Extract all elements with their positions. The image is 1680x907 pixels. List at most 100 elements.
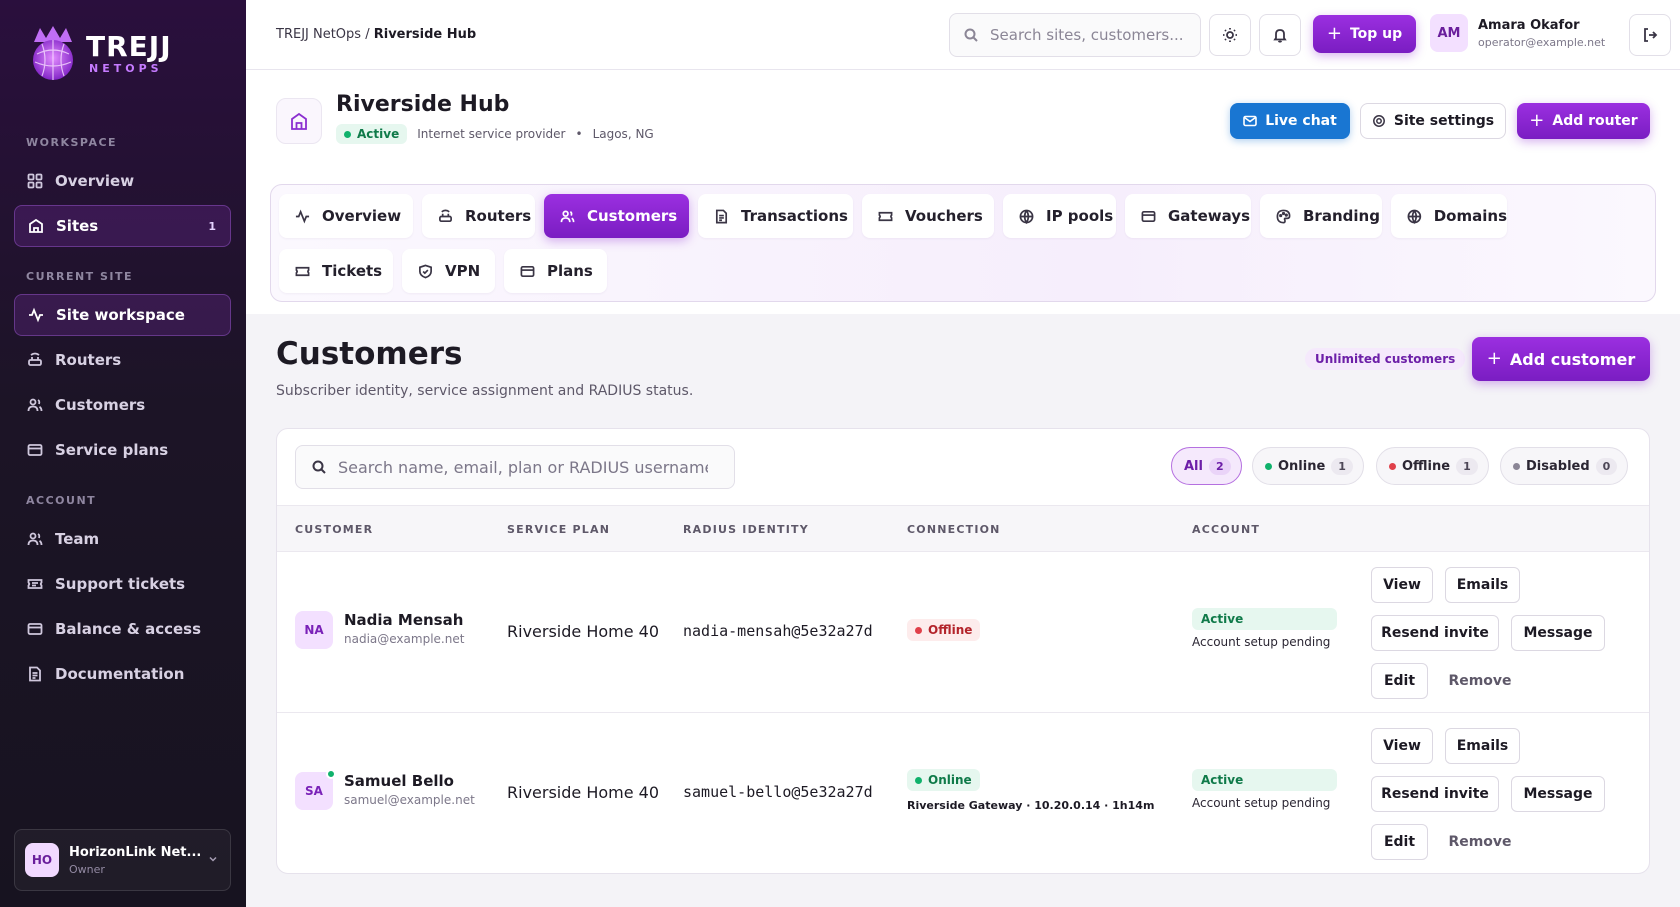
tab-overview[interactable]: Overview <box>279 194 413 238</box>
tab-domains[interactable]: Domains <box>1391 194 1507 238</box>
avatar: SA <box>295 769 336 810</box>
account-status-badge: Active <box>1192 608 1337 630</box>
sun-icon <box>1223 28 1237 42</box>
filter-label: Online <box>1278 458 1326 474</box>
status-dot <box>1389 462 1396 470</box>
gear-icon <box>1372 115 1385 127</box>
filter-online[interactable]: Online 1 <box>1252 447 1364 485</box>
sidebar-item-documentation[interactable]: Documentation <box>14 653 231 695</box>
connection-label: Offline <box>928 623 973 637</box>
account-status-badge: Active <box>1192 769 1337 791</box>
tab-ip-pools[interactable]: IP pools <box>1003 194 1116 238</box>
theme-toggle-button[interactable] <box>1209 14 1251 56</box>
tab-tickets[interactable]: Tickets <box>279 249 393 293</box>
site-type: Internet service provider <box>417 127 566 141</box>
tab-gateways[interactable]: Gateways <box>1125 194 1251 238</box>
tab-vpn[interactable]: VPN <box>402 249 495 293</box>
live-chat-button[interactable]: Live chat <box>1230 103 1350 139</box>
customer-name[interactable]: Nadia Mensah <box>344 611 463 629</box>
sidebar-item-support-tickets[interactable]: Support tickets <box>14 563 231 605</box>
resend-invite-button[interactable]: Resend invite <box>1371 776 1499 812</box>
organization-switcher[interactable]: HO HorizonLink Net... Owner <box>14 829 231 891</box>
sidebar-item-label: Documentation <box>55 665 185 683</box>
tab-label: Transactions <box>741 207 848 225</box>
customer-name[interactable]: Samuel Bello <box>344 772 454 790</box>
user-email: operator@example.net <box>1478 35 1606 49</box>
message-button[interactable]: Message <box>1511 615 1605 651</box>
sidebar-item-team[interactable]: Team <box>14 518 231 560</box>
remove-button[interactable]: Remove <box>1440 824 1520 860</box>
plus-icon: + <box>1529 110 1545 131</box>
global-search-input[interactable]: Search sites, customers... <box>949 13 1201 57</box>
remove-button[interactable]: Remove <box>1440 663 1520 699</box>
filter-disabled[interactable]: Disabled 0 <box>1500 447 1629 485</box>
activity-icon <box>295 209 310 223</box>
sidebar-item-service-plans[interactable]: Service plans <box>14 429 231 471</box>
brand-logo[interactable]: TREJJ NETOPS <box>28 24 172 82</box>
emails-button[interactable]: Emails <box>1445 728 1520 764</box>
filter-all[interactable]: All 2 <box>1171 447 1242 485</box>
global-search-placeholder: Search sites, customers... <box>990 26 1184 44</box>
tab-label: IP pools <box>1046 207 1114 225</box>
resend-invite-button[interactable]: Resend invite <box>1371 615 1499 651</box>
top-up-label: Top up <box>1349 26 1403 42</box>
site-location: Lagos, NG <box>592 127 654 141</box>
status-dot <box>1265 462 1272 470</box>
site-settings-label: Site settings <box>1393 113 1495 129</box>
router-icon <box>439 209 452 222</box>
message-button[interactable]: Message <box>1511 776 1605 812</box>
sidebar-item-label: Overview <box>55 172 135 190</box>
palette-icon <box>1276 209 1291 223</box>
sidebar-item-label: Balance & access <box>55 620 202 638</box>
radius-identity: samuel-bello@5e32a27d <box>683 783 873 801</box>
tab-branding[interactable]: Branding <box>1260 194 1382 238</box>
add-router-button[interactable]: + Add router <box>1517 103 1650 139</box>
filter-label: Disabled <box>1526 458 1590 474</box>
sidebar-item-sites[interactable]: Sites 1 <box>14 205 231 247</box>
account-section-title: ACCOUNT <box>26 494 97 507</box>
sidebar-item-customers[interactable]: Customers <box>14 384 231 426</box>
connection-status-badge: Offline <box>907 619 981 641</box>
avatar: NA <box>295 611 333 649</box>
user-menu[interactable]: AM Amara Okafor operator@example.net <box>1430 14 1605 52</box>
filter-offline[interactable]: Offline 1 <box>1376 447 1489 485</box>
users-icon <box>27 532 43 546</box>
edit-button[interactable]: Edit <box>1371 824 1428 860</box>
tab-vouchers[interactable]: Vouchers <box>862 194 994 238</box>
edit-button[interactable]: Edit <box>1371 663 1428 699</box>
breadcrumb-root[interactable]: TREJJ NetOps <box>276 27 361 42</box>
sidebar-item-balance-access[interactable]: Balance & access <box>14 608 231 650</box>
breadcrumb-current: Riverside Hub <box>373 27 477 42</box>
table-header: CUSTOMER SERVICE PLAN RADIUS IDENTITY CO… <box>277 505 1649 552</box>
sidebar-item-site-workspace[interactable]: Site workspace <box>14 294 231 336</box>
emails-button[interactable]: Emails <box>1445 567 1520 603</box>
tab-transactions[interactable]: Transactions <box>698 194 853 238</box>
customer-email: nadia@example.net <box>344 632 465 646</box>
top-up-button[interactable]: + Top up <box>1313 15 1416 53</box>
service-plan: Riverside Home 40 <box>507 783 660 802</box>
view-button[interactable]: View <box>1371 567 1433 603</box>
tab-routers[interactable]: Routers <box>422 194 535 238</box>
tab-customers[interactable]: Customers <box>544 194 689 238</box>
column-header: RADIUS IDENTITY <box>683 523 809 536</box>
tab-label: Overview <box>322 207 402 225</box>
sites-count-badge: 1 <box>208 219 216 233</box>
view-button[interactable]: View <box>1371 728 1433 764</box>
ticket-icon <box>878 211 893 221</box>
tab-plans[interactable]: Plans <box>504 249 607 293</box>
crown-logo-icon <box>28 24 78 82</box>
org-avatar: HO <box>25 843 59 877</box>
customer-search-input[interactable]: Search name, email, plan or RADIUS usern… <box>295 445 735 489</box>
add-customer-label: Add customer <box>1509 349 1636 369</box>
notifications-button[interactable] <box>1259 14 1301 56</box>
sidebar-item-label: Customers <box>55 396 146 414</box>
sidebar-item-overview[interactable]: Overview <box>14 160 231 202</box>
sidebar-item-label: Sites <box>56 217 99 235</box>
table-row: NA Nadia Mensah nadia@example.net Rivers… <box>277 552 1649 713</box>
avatar: AM <box>1430 14 1468 52</box>
sign-out-button[interactable] <box>1629 14 1671 56</box>
online-presence-dot <box>326 769 336 779</box>
add-customer-button[interactable]: + Add customer <box>1472 337 1650 381</box>
sidebar-item-routers[interactable]: Routers <box>14 339 231 381</box>
site-settings-button[interactable]: Site settings <box>1360 103 1506 139</box>
